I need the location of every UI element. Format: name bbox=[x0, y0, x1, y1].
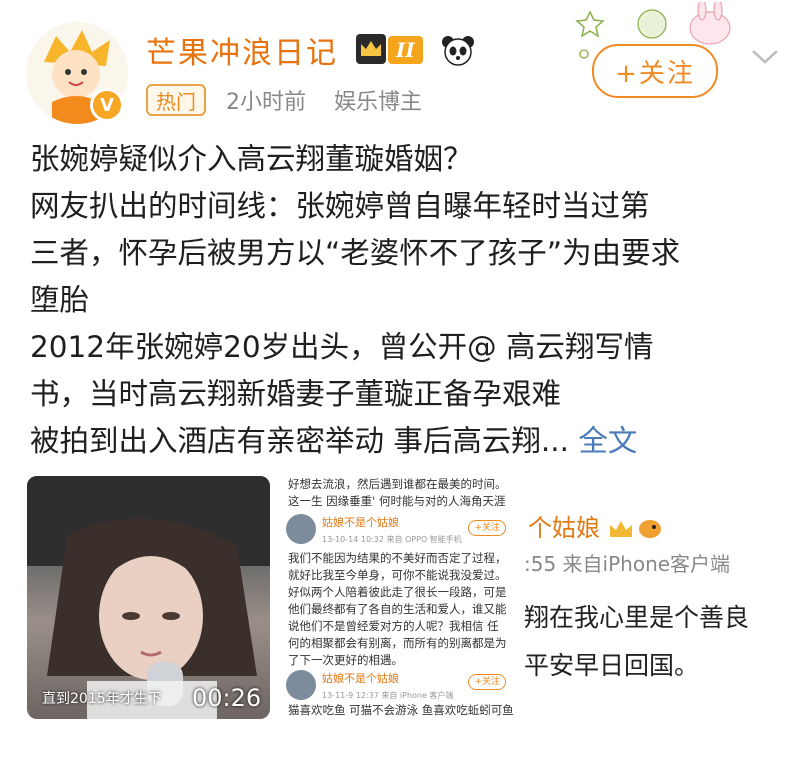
screenshot-line: 好想去流浪，然后遇到谁都在最美的时间。 bbox=[288, 477, 507, 491]
video-duration: 00:26 bbox=[192, 684, 262, 712]
time-ago: 2小时前 bbox=[226, 90, 306, 115]
cropped-post-image[interactable]: 个姑娘 :55 来自iPhone客户端 翔在我心里是个善良 平安早日回国。 bbox=[522, 476, 800, 719]
badge-icons bbox=[609, 520, 661, 538]
post-line-last: 被拍到出入酒店有亲密举动 事后高云翔... 全文 bbox=[30, 418, 775, 465]
post-text: 张婉婷疑似介入高云翔董璇婚姻？ 网友扒出的时间线：张婉婷曾自曝年轻时当过第 三者… bbox=[30, 136, 775, 465]
commenter-avatar bbox=[286, 670, 316, 700]
chevron-down-icon[interactable] bbox=[748, 44, 782, 68]
follow-button[interactable]: +关注 bbox=[592, 44, 718, 98]
post-line: 三者，怀孕后被男方以“老婆怀不了孩子”为由要求 bbox=[30, 236, 681, 270]
author-category: 娱乐博主 bbox=[334, 90, 423, 115]
level-badge: II bbox=[388, 36, 423, 64]
screenshot-header-text: 好想去流浪，然后遇到谁都在最美的时间。 这一生 因缘垂重' 何时能与对的人海角天… bbox=[288, 476, 507, 510]
cropped-text-line: 翔在我心里是个善良 bbox=[524, 603, 750, 632]
post-line: 网友扒出的时间线：张婉婷曾自曝年轻时当过第 bbox=[30, 189, 650, 223]
username[interactable]: 芒果冲浪日记 bbox=[146, 28, 338, 72]
hot-tag: 热门 bbox=[146, 84, 206, 116]
comment-line: 说他们不是曾经爱对方的人呢？我相信 任 bbox=[288, 619, 499, 633]
video-frame-image bbox=[27, 476, 270, 719]
crown-icon bbox=[356, 34, 386, 64]
video-thumbnail[interactable] bbox=[27, 476, 270, 719]
comment-header: 姑娘不是个姑娘 13-10-14 10:32 来自 OPPO 智能手机 bbox=[322, 514, 462, 548]
post-line: 2012年张婉婷20岁出头，曾公开@ 高云翔写情 bbox=[30, 330, 654, 364]
cropped-text-line: 平安早日回国。 bbox=[524, 651, 700, 680]
cropped-username: 个姑娘 bbox=[528, 508, 664, 543]
comment-body: 猫喜欢吃鱼 可猫不会游泳 鱼喜欢吃蚯蚓可鱼 bbox=[288, 702, 514, 719]
post-line: 张婉婷疑似介入高云翔董璇婚姻？ bbox=[30, 142, 473, 176]
comment-line: 何的相聚都会有别离，而所有的别离都是为 bbox=[288, 636, 507, 650]
screenshot-line: 这一生 因缘垂重' 何时能与对的人海角天涯 bbox=[288, 494, 506, 508]
commenter-name: 姑娘不是个姑娘 bbox=[322, 516, 399, 529]
cropped-meta: :55 来自iPhone客户端 bbox=[524, 552, 731, 576]
comment-header: 姑娘不是个姑娘 13-11-9 12:37 来自 iPhone 客户端 bbox=[322, 670, 453, 704]
comment-line: 他们最终都有了各自的生活和爱人，谁又能 bbox=[288, 602, 507, 616]
commenter-name: 姑娘不是个姑娘 bbox=[322, 672, 399, 685]
comment-screenshot-image[interactable]: 好想去流浪，然后遇到谁都在最美的时间。 这一生 因缘垂重' 何时能与对的人海角天… bbox=[276, 476, 516, 719]
comment-line: 了下一次更好的相遇。 bbox=[288, 653, 403, 667]
post-meta: 2小时前 娱乐博主 bbox=[226, 84, 422, 116]
bottom-area bbox=[0, 730, 800, 774]
post-line: 书，当时高云翔新婚妻子董璇正备孕艰难 bbox=[30, 377, 562, 411]
post-line: 被拍到出入酒店有亲密举动 事后高云翔... bbox=[30, 424, 570, 458]
verified-badge-icon: V bbox=[90, 88, 124, 122]
video-subtitle: 直到2015年才生下 bbox=[42, 691, 162, 707]
read-more-link[interactable]: 全文 bbox=[578, 424, 637, 458]
comment-body: 我们不能因为结果的不美好而否定了过程， 就好比我至今单身，可你不能说我没爱过。 … bbox=[288, 550, 507, 669]
comment-meta: 13-10-14 10:32 来自 OPPO 智能手机 bbox=[322, 535, 462, 544]
comment-line: 猫喜欢吃鱼 可猫不会游泳 鱼喜欢吃蚯蚓可鱼 bbox=[288, 703, 514, 717]
post-line: 堕胎 bbox=[30, 283, 90, 317]
screenshot-follow-button: +关注 bbox=[468, 520, 506, 536]
comment-line: 好似两个人陪着彼此走了很长一段路，可是 bbox=[288, 585, 507, 599]
screenshot-follow-button: +关注 bbox=[468, 674, 506, 690]
panda-icon bbox=[442, 36, 474, 66]
commenter-avatar bbox=[286, 514, 316, 544]
comment-line: 我们不能因为结果的不美好而否定了过程， bbox=[288, 551, 507, 565]
comment-line: 就好比我至今单身，可你不能说我没爱过。 bbox=[288, 568, 507, 582]
cropped-name: 个姑娘 bbox=[528, 514, 600, 542]
